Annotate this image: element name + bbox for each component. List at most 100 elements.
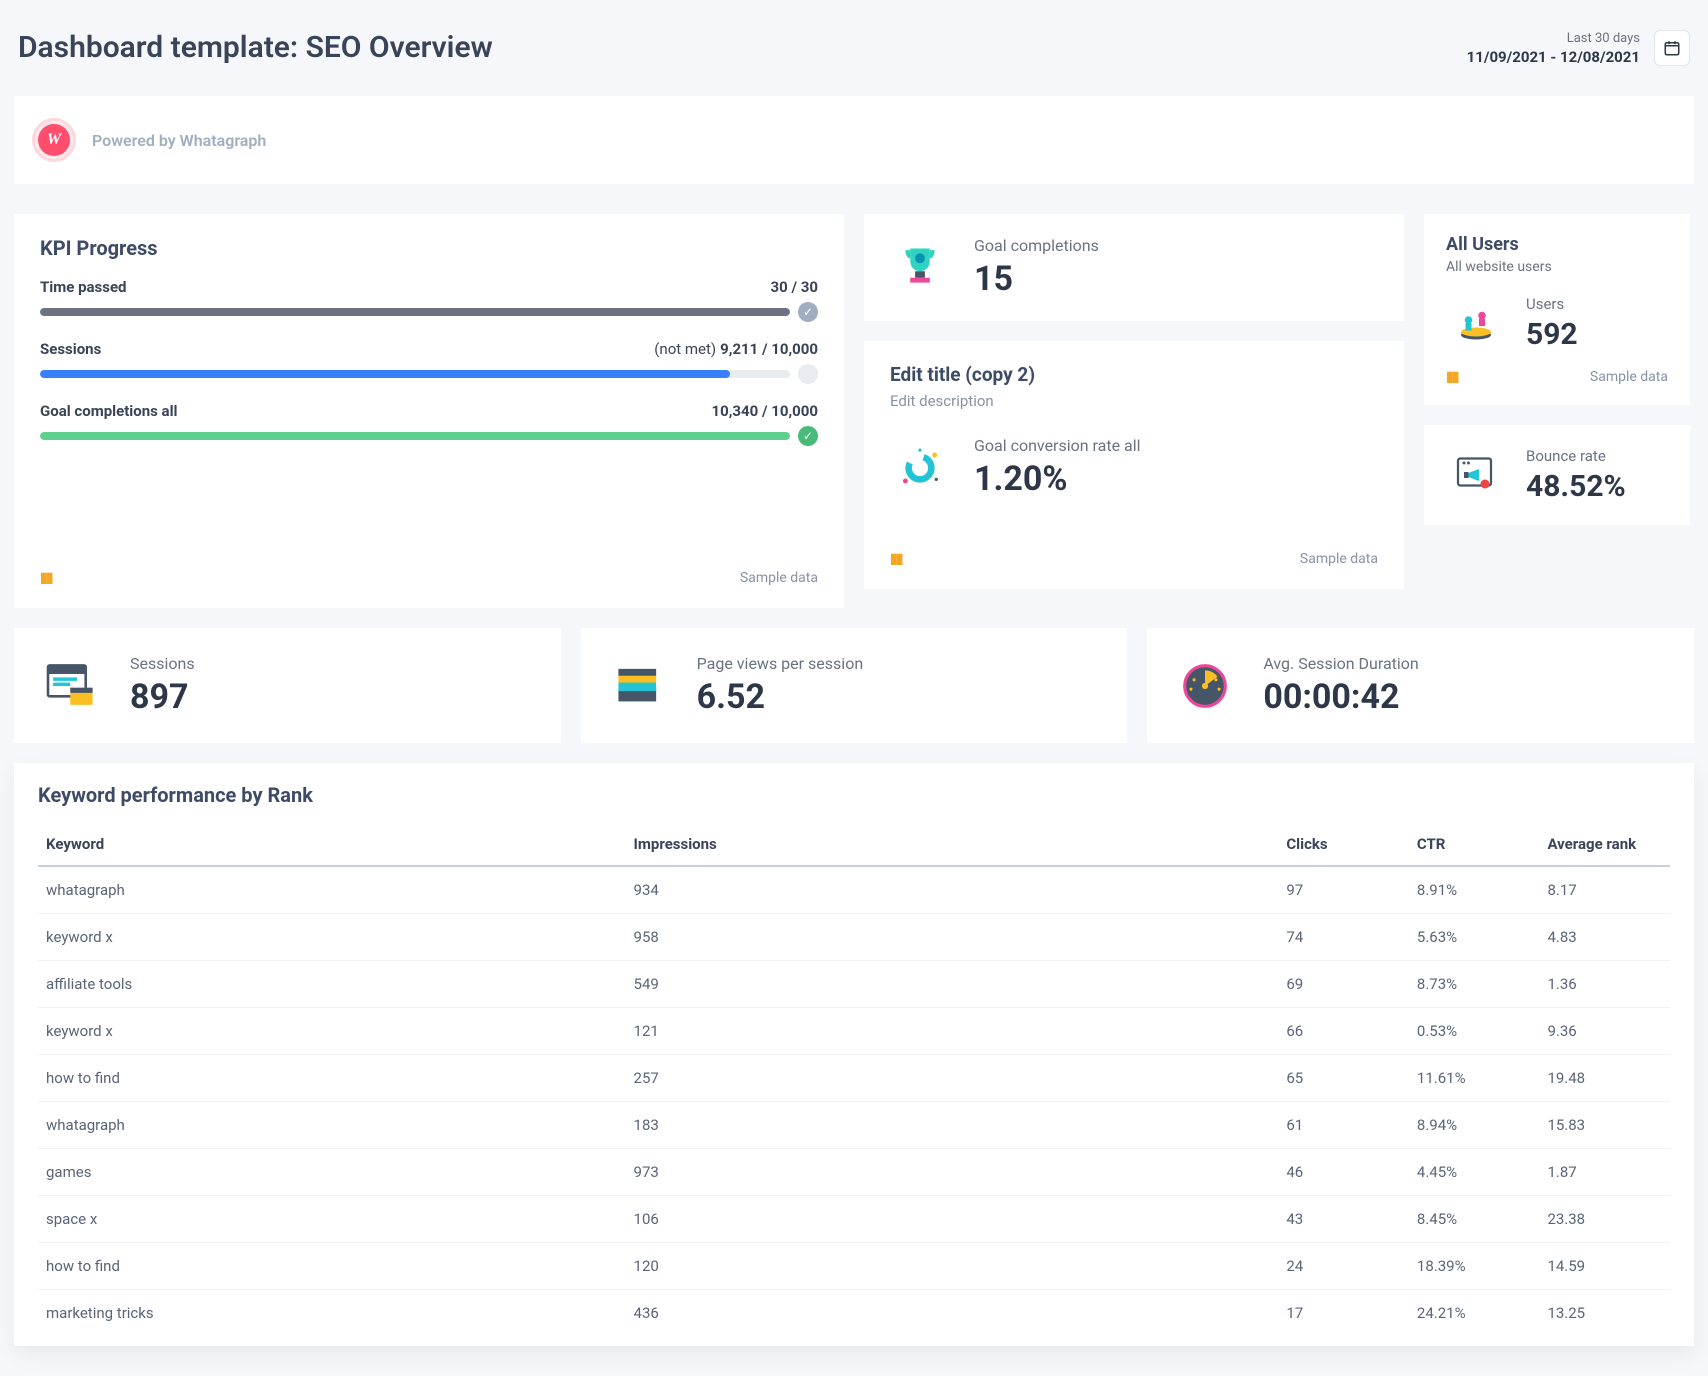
analytics-icon: ▮▮ [40,570,51,586]
table-cell: 8.73% [1409,961,1540,1008]
sample-data-label: Sample data [740,570,818,586]
table-header[interactable]: Clicks [1278,823,1409,866]
table-cell: 4.45% [1409,1149,1540,1196]
keyword-table-card: Keyword performance by Rank KeywordImpre… [14,763,1694,1346]
table-cell: 257 [626,1055,1279,1102]
kpi-label: Time passed [40,278,127,296]
kpi-label: Sessions [40,340,101,358]
progress-bar [40,370,790,378]
table-header[interactable]: Impressions [626,823,1279,866]
table-cell: whatagraph [38,1102,626,1149]
table-cell: 15.83 [1539,1102,1670,1149]
table-cell: 120 [626,1243,1279,1290]
users-label: Users [1526,295,1578,313]
table-cell: 8.94% [1409,1102,1540,1149]
bounce-value: 48.52% [1526,469,1626,504]
sessions-card: Sessions 897 [14,628,561,743]
table-cell: space x [38,1196,626,1243]
table-cell: 934 [626,866,1279,914]
table-cell: 17 [1278,1290,1409,1337]
table-header[interactable]: Average rank [1539,823,1670,866]
table-cell: 121 [626,1008,1279,1055]
table-cell: 65 [1278,1055,1409,1102]
analytics-icon: ▮▮ [890,551,901,567]
table-cell: 18.39% [1409,1243,1540,1290]
page-header: Dashboard template: SEO Overview Last 30… [14,0,1694,86]
table-row: affiliate tools549698.73%1.36 [38,961,1670,1008]
browser-icon [42,656,102,716]
users-value: 592 [1526,317,1578,352]
all-users-sub: All website users [1446,259,1668,275]
duration-label: Avg. Session Duration [1263,654,1418,673]
table-row: how to find1202418.39%14.59 [38,1243,1670,1290]
conversion-label: Goal conversion rate all [974,436,1141,455]
table-row: keyword x121660.53%9.36 [38,1008,1670,1055]
table-cell: how to find [38,1055,626,1102]
table-cell: how to find [38,1243,626,1290]
kpi-row: Time passed 30 / 30 ✓ [40,278,818,322]
status-icon [798,364,818,384]
table-cell: games [38,1149,626,1196]
pageviews-label: Page views per session [697,654,864,673]
conversion-value: 1.20% [974,459,1141,499]
table-cell: 1.87 [1539,1149,1670,1196]
table-row: whatagraph183618.94%15.83 [38,1102,1670,1149]
table-cell: 5.63% [1409,914,1540,961]
kpi-row: Goal completions all 10,340 / 10,000 ✓ [40,402,818,446]
status-icon: ✓ [798,302,818,322]
goal-completions-value: 15 [974,259,1099,299]
table-row: space x106438.45%23.38 [38,1196,1670,1243]
table-cell: 11.61% [1409,1055,1540,1102]
users-icon [1446,293,1506,353]
table-cell: 549 [626,961,1279,1008]
table-row: how to find2576511.61%19.48 [38,1055,1670,1102]
sample-data-label: Sample data [1300,551,1378,567]
table-cell: whatagraph [38,866,626,914]
table-cell: affiliate tools [38,961,626,1008]
whatagraph-logo: W [32,118,76,162]
table-cell: 43 [1278,1196,1409,1243]
table-cell: 1.36 [1539,961,1670,1008]
table-row: marketing tricks4361724.21%13.25 [38,1290,1670,1337]
table-cell: 8.17 [1539,866,1670,914]
date-range: 11/09/2021 - 12/08/2021 [1467,48,1640,66]
edit-title[interactable]: Edit title (copy 2) [890,363,1378,386]
all-users-title: All Users [1446,234,1668,255]
progress-bar [40,432,790,440]
table-header[interactable]: CTR [1409,823,1540,866]
table-cell: 74 [1278,914,1409,961]
table-cell: 973 [626,1149,1279,1196]
sample-data-label: Sample data [1590,369,1668,385]
table-cell: 24.21% [1409,1290,1540,1337]
table-cell: 8.45% [1409,1196,1540,1243]
pageviews-card: Page views per session 6.52 [581,628,1128,743]
bounce-label: Bounce rate [1526,447,1626,465]
progress-bar [40,308,790,316]
table-cell: 9.36 [1539,1008,1670,1055]
gauge-icon [1175,656,1235,716]
date-label: Last 30 days [1467,31,1640,46]
table-cell: 8.91% [1409,866,1540,914]
kpi-title: KPI Progress [40,236,818,260]
table-row: keyword x958745.63%4.83 [38,914,1670,961]
goal-completions-label: Goal completions [974,236,1099,255]
kpi-value: 10,340 / 10,000 [712,402,818,420]
branding-bar: W Powered by Whatagraph [14,96,1694,184]
table-cell: 183 [626,1102,1279,1149]
refresh-icon [890,438,950,498]
status-icon: ✓ [798,426,818,446]
goal-completions-card: Goal completions 15 [864,214,1404,321]
kpi-label: Goal completions all [40,402,178,420]
table-cell: 19.48 [1539,1055,1670,1102]
date-picker-button[interactable] [1654,30,1690,66]
table-header[interactable]: Keyword [38,823,626,866]
table-cell: marketing tricks [38,1290,626,1337]
edit-description[interactable]: Edit description [890,392,1378,410]
table-cell: 61 [1278,1102,1409,1149]
megaphone-icon [1446,445,1506,505]
table-cell: 24 [1278,1243,1409,1290]
table-cell: 23.38 [1539,1196,1670,1243]
kpi-value: 30 / 30 [771,278,818,296]
table-cell: 46 [1278,1149,1409,1196]
table-cell: 97 [1278,866,1409,914]
